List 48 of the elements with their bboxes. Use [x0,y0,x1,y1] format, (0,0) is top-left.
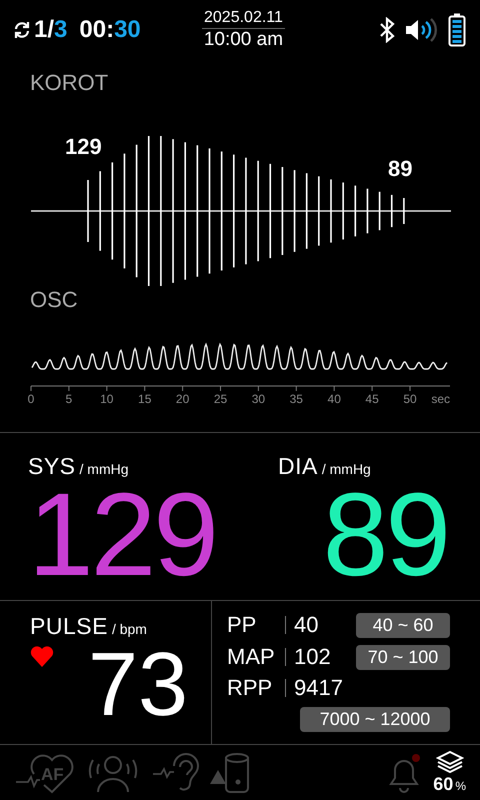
cuff-warning-icon [210,752,252,794]
range-badge: 7000 ~ 12000 [300,707,450,732]
sys-unit: / mmHg [80,461,129,477]
index-label: MAP [227,648,286,666]
index-value: 40 [293,612,320,638]
pulse-unit: / bpm [112,621,147,637]
tick-label: 5 [66,392,72,406]
pulse-label: PULSE [30,613,108,640]
axis-unit: sec [431,392,450,406]
countdown-timer: 00:30 [79,16,141,44]
pulse-value: 73 [88,640,188,730]
memory-unit: % [455,779,466,793]
index-value: 9417 [293,675,344,701]
tick-label: 0 [28,392,34,406]
cycle-counter: 1/3 [34,16,68,44]
sys-value: 129 [28,480,217,590]
battery-icon [448,13,466,47]
dia-label: DIA [278,453,318,480]
sys-marker: 129 [65,134,102,159]
tick-label: 15 [138,392,152,406]
time-text: 10:00 am [204,29,284,51]
range-badge: 70 ~ 100 [356,644,450,670]
tick-label: 35 [290,392,303,406]
dia-unit: / mmHg [322,461,371,477]
sys-label: SYS [28,453,76,480]
tick-label: 25 [214,392,228,406]
refresh-icon [12,20,32,40]
index-value: 102 [293,644,332,670]
range-badge: 40 ~ 60 [356,612,450,638]
index-label: RPP [227,679,286,697]
tick-label: 45 [365,392,379,406]
tick-label: 40 [328,392,341,406]
dia-value: 89 [322,480,448,590]
tick-label: 20 [176,392,190,406]
tick-label: 10 [100,392,114,406]
tick-label: 30 [252,392,266,406]
speaker-icon [404,17,440,43]
oscillometric-title: OSC [29,287,79,314]
tick-label: 50 [403,392,417,406]
layers-icon [436,750,464,774]
dia-marker: 89 [388,156,412,181]
bluetooth-icon [378,17,396,43]
date-text: 2025.02.11 [202,9,285,29]
korotkoff-title: KOROT [29,69,110,92]
memory-value: 60 [433,774,454,795]
ear-pulse-icon [152,752,200,794]
index-label: PP [227,616,286,634]
heart-icon [30,646,54,667]
